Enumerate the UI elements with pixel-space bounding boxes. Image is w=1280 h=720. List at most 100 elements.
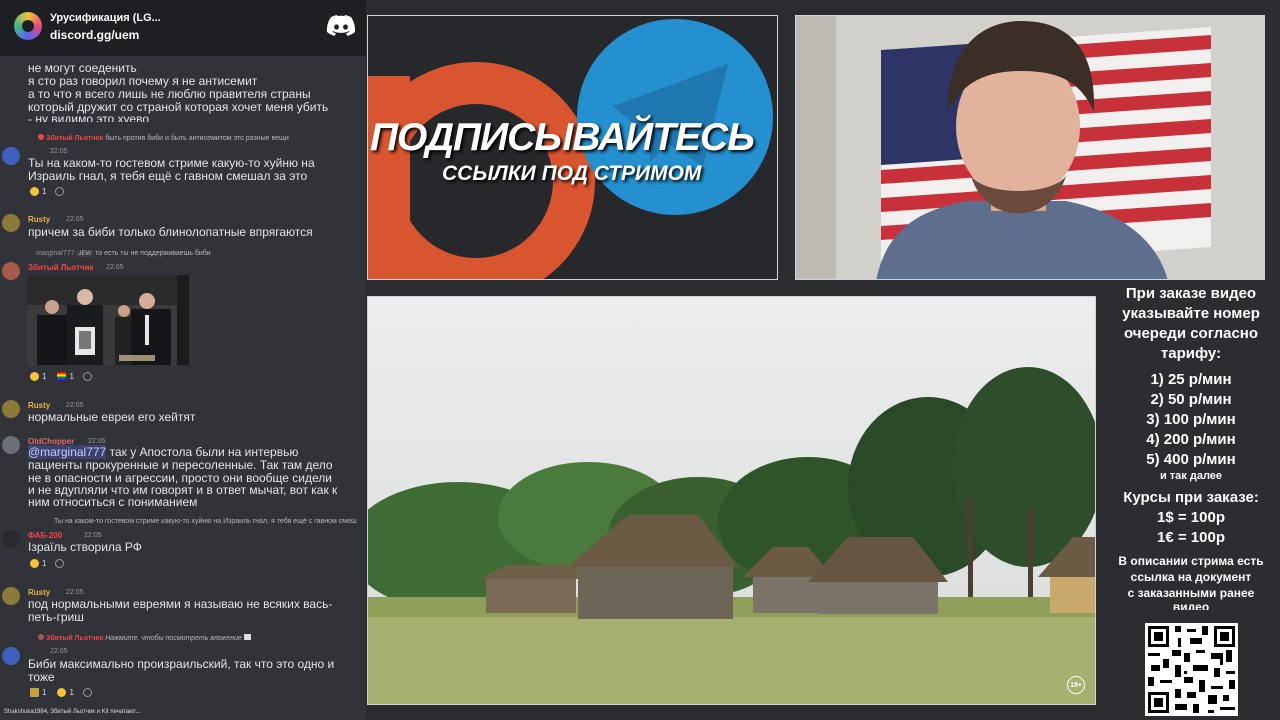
laugh-emoji-icon [30,187,39,196]
user-mention[interactable]: @marginal777 [28,445,107,459]
subscribe-banner: ПОДПИСЫВАЙТЕСЬ ССЫЛКИ ПОД СТРИМОМ [367,15,778,280]
reaction[interactable]: 1 [30,557,65,570]
avatar[interactable] [2,262,20,280]
server-invite[interactable]: discord.gg/uem [50,28,139,42]
tariff-item: 2) 50 р/мин [1150,391,1232,408]
add-reaction-icon[interactable] [55,559,65,568]
tariff-item: 3) 100 р/мин [1146,411,1236,428]
tariff-item: 1) 25 р/мин [1150,371,1232,388]
role-tag: JEW [76,251,94,257]
info-note: с заказанными ранее [1127,586,1255,600]
message-time: 22:05 [84,532,102,539]
avatar[interactable] [2,587,20,605]
avatar[interactable] [2,214,20,232]
message-author[interactable]: Збитый Льотчик [28,263,93,272]
avatar[interactable] [2,530,20,548]
reply-preview[interactable]: Ты на каком-то гостевом стриме какую-то … [54,518,357,525]
info-note: видео [1172,601,1210,610]
reaction-count: 1 [42,372,47,381]
message-time: 22:05 [66,402,84,409]
laugh-emoji-icon [57,688,67,697]
message-time: 22:05 [50,648,68,655]
reply-text: быть против биби и быть антисемитом это … [105,135,289,142]
reply-author: Збитый Льотчик [45,135,104,142]
reply-author: marginal777 [36,250,75,257]
info-heading: тарифу: [1160,345,1222,362]
message-line: ним относиться с пониманием [28,495,198,509]
village-scene [368,297,1095,704]
message-line: Ізраїль створила РФ [28,540,142,554]
attached-image[interactable] [27,275,189,365]
reaction[interactable]: 1 [30,185,65,198]
server-icon [14,12,42,40]
rates-title: Курсы при заказе: [1123,489,1259,506]
info-heading: очереди согласно [1123,325,1259,342]
typing-indicator: Shakshuka1984, Збитый Льотчик и Kit печа… [4,709,141,715]
promo-subtitle: ССЫЛКИ ПОД СТРИМОМ [442,162,702,185]
message-author[interactable]: Rusty [28,215,50,224]
reply-preview[interactable]: marginal777 JEW то есть ты не поддержива… [36,250,211,257]
reply-avatar [38,634,44,640]
order-info: При заказе видео указывайте номер очеред… [1102,284,1280,610]
info-heading: При заказе видео [1125,285,1257,302]
webcam-image [796,16,1264,279]
promo-title: ПОДПИСЫВАЙТЕСЬ [370,116,755,159]
reply-avatar [38,134,44,140]
reaction-count: 1 [69,372,74,381]
tariff-item: 5) 400 р/мин [1146,451,1236,468]
reply-author: Збитый Льотчик [45,635,104,642]
rainbow-flag-icon [57,372,67,381]
tariff-etc: и так далее [1159,470,1223,482]
reaction-count: 1 [42,688,47,697]
info-heading: указывайте номер [1122,305,1260,322]
server-name: Урусификация (LG... [50,12,161,24]
emoji-icon [30,559,39,568]
message-time: 22:05 [50,148,68,155]
message-text: так у Апостола были на интервью [106,445,299,459]
message-time: 22:05 [88,438,106,445]
laugh-emoji-icon [30,372,39,381]
rate-item: 1€ = 100р [1157,529,1225,546]
reaction[interactable]: 1 1 [30,686,92,699]
avatar[interactable] [2,400,20,418]
avatar[interactable] [2,147,20,165]
age-rating-badge: 18+ [1067,676,1085,694]
message-line: - ну видимо это хуево [28,113,150,122]
emoji-icon [30,688,39,697]
reply-preview[interactable]: Збитый Льотчик быть против биби и быть а… [38,134,289,142]
reaction-count: 1 [42,559,47,568]
message-time: 22:05 [66,216,84,223]
info-note: ссылка на документ [1130,570,1252,584]
message-line: петь-гриш [28,610,84,624]
tariff-item: 4) 200 р/мин [1146,431,1236,448]
chat-panel: Урусификация (LG... discord.gg/uem не мо… [0,0,366,720]
avatar[interactable] [2,647,20,665]
reaction-count: 1 [69,688,74,697]
main-video[interactable]: 18+ [367,296,1096,705]
message-line: нормальные евреи его хейтят [28,410,196,424]
avatar[interactable] [2,436,20,454]
add-reaction-icon[interactable] [82,688,92,697]
rate-item: 1$ = 100р [1157,509,1225,526]
message-time: 22:05 [106,264,124,271]
add-reaction-icon[interactable] [55,187,65,196]
qr-code[interactable] [1145,623,1238,716]
info-note: В описании стрима есть [1118,554,1264,568]
message-line: причем за биби только блинолопатные впря… [28,225,313,239]
server-header[interactable]: Урусификация (LG... discord.gg/uem [0,0,366,56]
message-author[interactable]: ФАБ-200 [28,531,62,540]
image-icon [243,634,251,640]
reply-text: то есть ты не поддерживаешь биби [95,250,211,257]
message-author[interactable]: Rusty [28,401,50,410]
reply-text: Нажмите, чтобы посмотреть вложение [105,635,242,642]
add-reaction-icon[interactable] [82,372,92,381]
reaction[interactable]: 1 1 [30,370,92,383]
reply-preview[interactable]: Збитый Льотчик Нажмите, чтобы посмотреть… [38,634,251,642]
reaction-count: 1 [42,187,47,196]
message-line: тоже [28,670,55,684]
message-line: Биби максимально произраильский, так что… [28,657,335,671]
discord-icon [326,15,356,36]
message-author[interactable]: Rusty [28,588,50,597]
message-line: Израиль гнал, я тебя ещё с гавном смешал… [28,169,308,183]
message-time: 22:05 [66,589,84,596]
